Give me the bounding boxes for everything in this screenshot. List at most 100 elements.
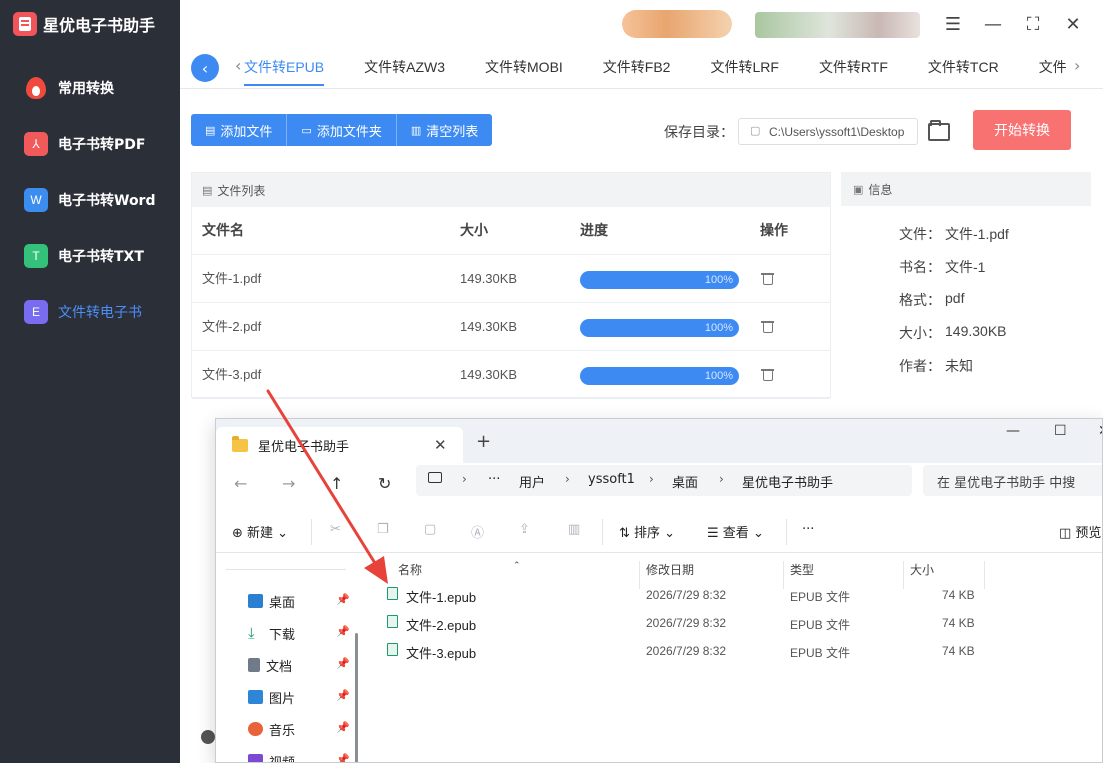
explorer-tab[interactable]: 星优电子书助手 ✕ bbox=[216, 427, 463, 463]
breadcrumb-item[interactable]: yssoft1 bbox=[588, 472, 635, 487]
nav-item-videos[interactable]: 视频 📌 bbox=[248, 751, 350, 763]
explorer-tab-bar: 星优电子书助手 ✕ + — ☐ ✕ bbox=[216, 419, 1102, 463]
breadcrumb-item[interactable]: 桌面 bbox=[672, 472, 698, 491]
sidebar-item-file-to-ebook[interactable]: E 文件转电子书 bbox=[0, 284, 180, 340]
nav-label: 视频 bbox=[269, 755, 296, 763]
new-button[interactable]: ⊕ 新建 ⌄ bbox=[232, 522, 288, 541]
rename-icon[interactable]: Ⓐ bbox=[471, 522, 484, 541]
table-row[interactable]: 文件-2.pdf 149.30KB 100% bbox=[192, 303, 830, 351]
music-icon bbox=[248, 722, 263, 736]
save-dir-input[interactable] bbox=[738, 118, 918, 145]
copy-icon[interactable]: ❐ bbox=[377, 522, 389, 537]
back-arrow-icon[interactable]: ← bbox=[234, 474, 247, 493]
list-item[interactable]: 文件-1.epub 2026/7/29 8:32 EPUB 文件 74 KB bbox=[366, 581, 1102, 609]
brand: 星优电子书助手 bbox=[0, 0, 180, 48]
close-icon[interactable]: ✕ bbox=[1098, 423, 1102, 439]
nav-divider bbox=[226, 569, 346, 570]
sidebar-item-common[interactable]: 常用转换 bbox=[0, 60, 180, 116]
info-header: ▣ 信息 bbox=[841, 172, 1091, 206]
more-options-icon[interactable]: ··· bbox=[802, 522, 814, 537]
explorer-tab-title: 星优电子书助手 bbox=[258, 439, 350, 455]
settings-sliders-icon[interactable]: ☰ bbox=[941, 12, 965, 36]
up-arrow-icon[interactable]: ↑ bbox=[330, 474, 343, 493]
clear-list-button[interactable]: ▥ 清空列表 bbox=[396, 114, 493, 146]
tab-fb2[interactable]: 文件转FB2 bbox=[603, 48, 671, 86]
breadcrumb-more[interactable]: ··· bbox=[488, 472, 500, 487]
progress-bar: 100% bbox=[580, 367, 739, 385]
conversion-tabs: 文件转EPUB 文件转AZW3 文件转MOBI 文件转FB2 文件转LRF 文件… bbox=[244, 48, 1103, 88]
minimize-icon[interactable]: — bbox=[1006, 423, 1020, 439]
sidebar-item-ebook-to-word[interactable]: W 电子书转Word bbox=[0, 172, 180, 228]
tab-more[interactable]: 文件 bbox=[1039, 48, 1067, 86]
tab-rtf[interactable]: 文件转RTF bbox=[819, 48, 888, 86]
pin-icon[interactable]: 📌 bbox=[336, 721, 350, 734]
nav-item-pictures[interactable]: 图片 📌 bbox=[248, 687, 350, 707]
pin-icon[interactable]: 📌 bbox=[336, 689, 350, 702]
info-value: 未知 bbox=[945, 358, 973, 374]
breadcrumb[interactable]: › ··· 用户 › yssoft1 › 桌面 › 星优电子书助手 bbox=[416, 465, 912, 496]
table-row[interactable]: 文件-3.pdf 149.30KB 100% bbox=[192, 351, 830, 399]
tabs-scroll-right-icon[interactable]: › bbox=[1074, 56, 1080, 75]
view-button[interactable]: ☰ 查看 ⌄ bbox=[707, 522, 764, 541]
share-icon[interactable]: ⇪ bbox=[519, 522, 530, 537]
explorer-toolbar: ⊕ 新建 ⌄ ✂ ❐ ▢ Ⓐ ⇪ ▥ ⇅ 排序 ⌄ ☰ 查看 ⌄ ··· ◫ 预… bbox=[216, 511, 1102, 553]
user-avatar-blurred[interactable] bbox=[622, 10, 732, 38]
sort-button[interactable]: ⇅ 排序 ⌄ bbox=[619, 522, 675, 541]
pin-icon[interactable]: 📌 bbox=[336, 625, 350, 638]
info-title: 信息 bbox=[868, 182, 893, 197]
nav-item-music[interactable]: 音乐 📌 bbox=[248, 719, 350, 739]
start-convert-button[interactable]: 开始转换 bbox=[973, 110, 1071, 150]
column-type[interactable]: 类型 bbox=[790, 561, 814, 578]
cut-icon[interactable]: ✂ bbox=[330, 522, 341, 537]
document-icon bbox=[248, 658, 260, 672]
tab-azw3[interactable]: 文件转AZW3 bbox=[364, 48, 445, 86]
file-size: 149.30KB bbox=[460, 319, 518, 334]
sort-label: 排序 bbox=[634, 526, 661, 541]
tab-epub[interactable]: 文件转EPUB bbox=[244, 48, 325, 86]
nav-item-documents[interactable]: 文档 📌 bbox=[248, 655, 350, 675]
paste-icon[interactable]: ▢ bbox=[424, 522, 436, 537]
tab-lrf[interactable]: 文件转LRF bbox=[710, 48, 778, 86]
close-icon[interactable]: ✕ bbox=[1061, 12, 1085, 36]
refresh-icon[interactable]: ↻ bbox=[378, 474, 391, 493]
pin-icon[interactable]: 📌 bbox=[336, 657, 350, 670]
browse-folder-icon[interactable] bbox=[928, 120, 950, 141]
back-button[interactable]: ‹ bbox=[191, 54, 219, 82]
list-item[interactable]: 文件-2.epub 2026/7/29 8:32 EPUB 文件 74 KB bbox=[366, 609, 1102, 637]
help-icon[interactable] bbox=[201, 730, 215, 744]
maximize-icon[interactable]: ⛶ bbox=[1021, 12, 1045, 36]
delete-icon[interactable]: ▥ bbox=[568, 522, 580, 537]
column-size[interactable]: 大小 bbox=[910, 561, 934, 578]
preview-button[interactable]: ◫ 预览 bbox=[1059, 522, 1101, 541]
close-tab-icon[interactable]: ✕ bbox=[434, 436, 447, 454]
column-date[interactable]: 修改日期 bbox=[646, 561, 694, 578]
info-icon: ▣ bbox=[853, 182, 864, 196]
delete-icon[interactable] bbox=[761, 320, 774, 333]
sidebar-item-ebook-to-pdf[interactable]: ⅄ 电子书转PDF bbox=[0, 116, 180, 172]
nav-scrollbar[interactable] bbox=[355, 633, 358, 762]
clear-list-label: 清空列表 bbox=[426, 124, 479, 140]
add-file-button[interactable]: ▤ 添加文件 bbox=[191, 114, 288, 146]
pin-icon[interactable]: 📌 bbox=[336, 593, 350, 606]
search-input[interactable]: 在 星优电子书助手 中搜 bbox=[923, 465, 1102, 496]
breadcrumb-item[interactable]: 用户 bbox=[519, 472, 545, 491]
table-row[interactable]: 文件-1.pdf 149.30KB 100% bbox=[192, 255, 830, 303]
column-name[interactable]: 名称 bbox=[398, 561, 422, 578]
maximize-icon[interactable]: ☐ bbox=[1054, 423, 1067, 439]
nav-item-desktop[interactable]: 桌面 📌 bbox=[248, 591, 350, 611]
delete-icon[interactable] bbox=[761, 272, 774, 285]
list-item[interactable]: 文件-3.epub 2026/7/29 8:32 EPUB 文件 74 KB bbox=[366, 637, 1102, 665]
user-info-blurred[interactable] bbox=[755, 12, 920, 38]
tab-mobi[interactable]: 文件转MOBI bbox=[485, 48, 563, 86]
sidebar-item-ebook-to-txt[interactable]: T 电子书转TXT bbox=[0, 228, 180, 284]
tabs-scroll-left-icon[interactable]: ‹ bbox=[235, 56, 241, 75]
add-folder-button[interactable]: ▭ 添加文件夹 bbox=[287, 114, 397, 146]
nav-item-downloads[interactable]: ⤓ 下载 📌 bbox=[248, 623, 350, 643]
delete-icon[interactable] bbox=[761, 368, 774, 381]
pin-icon[interactable]: 📌 bbox=[336, 753, 350, 762]
new-tab-icon[interactable]: + bbox=[476, 431, 491, 452]
tab-tcr[interactable]: 文件转TCR bbox=[928, 48, 999, 86]
forward-arrow-icon[interactable]: → bbox=[282, 474, 295, 493]
minimize-icon[interactable]: — bbox=[981, 12, 1005, 36]
breadcrumb-item[interactable]: 星优电子书助手 bbox=[742, 472, 833, 491]
